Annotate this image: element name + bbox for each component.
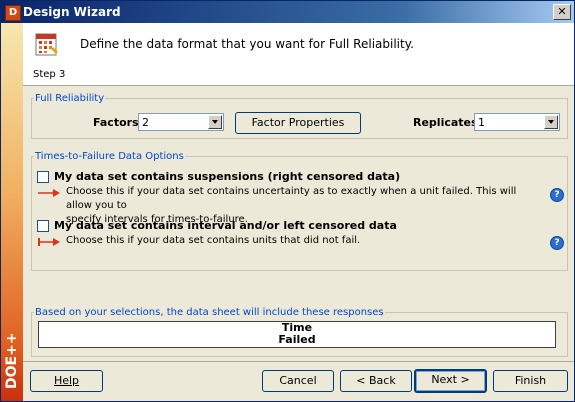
wizard-header: Define the data format that you want for…	[23, 23, 574, 85]
header-description: Define the data format that you want for…	[80, 37, 414, 51]
help-icon[interactable]: ?	[550, 188, 564, 202]
interval-label[interactable]: My data set contains interval and/or lef…	[54, 219, 397, 232]
brand-logo: DOE++	[4, 332, 20, 389]
step-label: Step 3	[33, 69, 66, 80]
sidebar-banner: DOE++	[1, 23, 23, 401]
calendar-grid-icon	[35, 33, 58, 56]
replicates-label: Replicates	[413, 116, 478, 129]
window-title: Design Wizard	[23, 5, 121, 19]
header-divider	[23, 85, 574, 86]
next-button-label: Next >	[431, 373, 470, 386]
finish-button-label: Finish	[514, 374, 547, 387]
interval-checkbox[interactable]	[37, 220, 49, 232]
next-button[interactable]: Next >	[414, 369, 487, 393]
design-wizard-window: D Design Wizard ✕ DOE++ Define the data …	[0, 0, 575, 402]
suspensions-description-line1: Choose this if your data set contains un…	[66, 186, 517, 211]
factors-value: 2	[142, 116, 149, 129]
cancel-button[interactable]: Cancel	[262, 370, 334, 392]
factor-properties-button[interactable]: Factor Properties	[235, 112, 361, 134]
close-button[interactable]: ✕	[553, 4, 571, 20]
help-icon[interactable]: ?	[550, 236, 564, 250]
interval-description: Choose this if your data set contains un…	[66, 235, 361, 246]
responses-list: Time Failed	[38, 321, 556, 348]
full-reliability-legend: Full Reliability	[35, 93, 105, 104]
help-button[interactable]: Help	[30, 370, 103, 392]
replicates-value: 1	[478, 116, 485, 129]
suspensions-label[interactable]: My data set contains suspensions (right …	[54, 170, 400, 183]
chevron-down-icon[interactable]	[208, 115, 222, 129]
app-icon: D	[5, 5, 21, 21]
finish-button[interactable]: Finish	[493, 370, 568, 392]
replicates-dropdown[interactable]: 1	[474, 113, 560, 131]
suspensions-checkbox[interactable]	[37, 171, 49, 183]
chevron-down-icon[interactable]	[544, 115, 558, 129]
factors-dropdown[interactable]: 2	[138, 113, 224, 131]
responses-legend: Based on your selections, the data sheet…	[35, 307, 384, 318]
factors-label: Factors	[93, 116, 139, 129]
back-button-label: < Back	[356, 374, 396, 387]
help-button-label: Help	[53, 374, 80, 387]
back-button[interactable]: < Back	[340, 370, 412, 392]
response-failed: Failed	[278, 333, 316, 346]
footer-divider	[23, 361, 574, 362]
cancel-button-label: Cancel	[279, 374, 317, 387]
right-arrow-icon	[38, 189, 60, 197]
interval-arrow-icon	[38, 238, 60, 246]
ttf-options-legend: Times-to-Failure Data Options	[35, 151, 184, 162]
title-bar[interactable]: D Design Wizard ✕	[1, 1, 574, 23]
